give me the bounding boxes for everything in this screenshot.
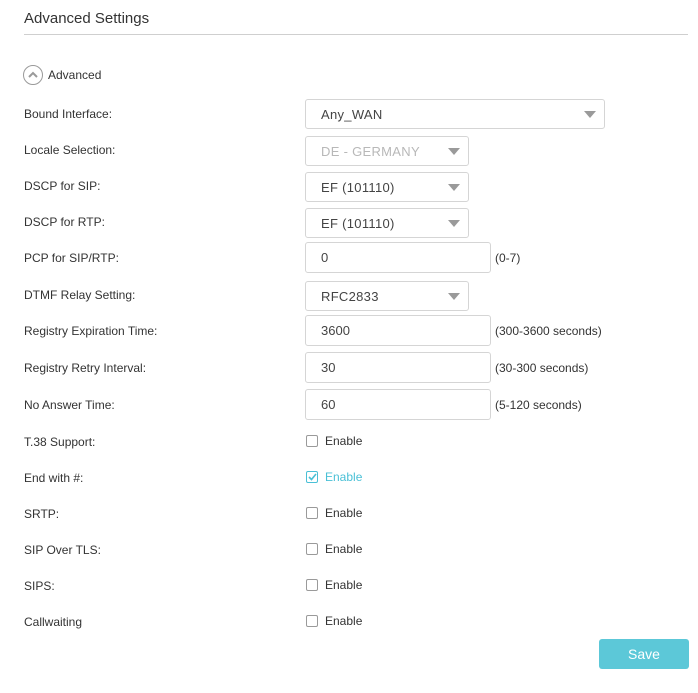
pcp-hint: (0-7) (495, 251, 521, 265)
locale-selection-value: DE - GERMANY (321, 143, 420, 159)
srtp-enable-checkbox[interactable]: Enable (306, 506, 362, 520)
pcp-input[interactable]: 0 (305, 242, 491, 273)
registry-expiration-label: Registry Expiration Time: (24, 324, 158, 338)
dscp-sip-value: EF (101110) (321, 179, 395, 195)
registry-retry-input[interactable]: 30 (305, 352, 491, 383)
t38-enable-label: Enable (325, 434, 363, 448)
checkbox-icon[interactable] (306, 543, 318, 555)
checkbox-icon[interactable] (306, 615, 318, 627)
locale-selection-label: Locale Selection: (24, 143, 116, 157)
dtmf-relay-value: RFC2833 (321, 288, 379, 304)
chevron-up-icon (23, 65, 43, 85)
dropdown-arrow-icon (584, 111, 596, 118)
dscp-rtp-select[interactable]: EF (101110) (305, 208, 469, 238)
registry-expiration-value: 3600 (321, 323, 350, 338)
end-with-hash-enable-label: Enable (325, 470, 363, 484)
registry-retry-value: 30 (321, 360, 336, 375)
checkbox-icon[interactable] (306, 507, 318, 519)
checkbox-icon[interactable] (306, 579, 318, 591)
end-with-hash-enable-checkbox[interactable]: Enable (306, 470, 362, 484)
dtmf-relay-select[interactable]: RFC2833 (305, 281, 469, 311)
bound-interface-value: Any_WAN (321, 106, 383, 122)
dscp-rtp-label: DSCP for RTP: (24, 215, 105, 229)
srtp-enable-label: Enable (325, 506, 363, 520)
t38-enable-checkbox[interactable]: Enable (306, 434, 362, 448)
callwaiting-label: Callwaiting (24, 615, 83, 629)
registry-retry-label: Registry Retry Interval: (24, 361, 147, 375)
checkbox-checked-icon[interactable] (306, 471, 318, 483)
no-answer-time-value: 60 (321, 397, 336, 412)
sips-enable-label: Enable (325, 578, 363, 592)
registry-expiration-input[interactable]: 3600 (305, 315, 491, 346)
locale-selection-select: DE - GERMANY (305, 136, 469, 166)
checkbox-icon[interactable] (306, 435, 318, 447)
no-answer-time-hint: (5-120 seconds) (495, 398, 582, 412)
sip-over-tls-enable-label: Enable (325, 542, 363, 556)
dropdown-arrow-icon (448, 293, 460, 300)
dscp-sip-label: DSCP for SIP: (24, 179, 101, 193)
bound-interface-select[interactable]: Any_WAN (305, 99, 605, 129)
header-divider (24, 34, 688, 35)
dropdown-arrow-icon (448, 184, 460, 191)
dscp-rtp-value: EF (101110) (321, 215, 395, 231)
end-with-hash-label: End with #: (24, 471, 84, 485)
sip-over-tls-enable-checkbox[interactable]: Enable (306, 542, 362, 556)
bound-interface-label: Bound Interface: (24, 107, 113, 121)
sips-label: SIPS: (24, 579, 55, 593)
pcp-value: 0 (321, 250, 329, 265)
t38-support-label: T.38 Support: (24, 435, 96, 449)
dtmf-relay-label: DTMF Relay Setting: (24, 288, 136, 302)
sip-over-tls-label: SIP Over TLS: (24, 543, 101, 557)
advanced-toggle-label: Advanced (48, 68, 102, 82)
save-button[interactable]: Save (599, 639, 689, 669)
no-answer-time-input[interactable]: 60 (305, 389, 491, 420)
advanced-toggle[interactable]: Advanced (23, 65, 101, 85)
pcp-label: PCP for SIP/RTP: (24, 251, 119, 265)
dropdown-arrow-icon (448, 220, 460, 227)
dscp-sip-select[interactable]: EF (101110) (305, 172, 469, 202)
no-answer-time-label: No Answer Time: (24, 398, 115, 412)
srtp-label: SRTP: (24, 507, 60, 521)
registry-retry-hint: (30-300 seconds) (495, 361, 589, 375)
callwaiting-enable-checkbox[interactable]: Enable (306, 614, 362, 628)
registry-expiration-hint: (300-3600 seconds) (495, 324, 602, 338)
sips-enable-checkbox[interactable]: Enable (306, 578, 362, 592)
dropdown-arrow-icon (448, 148, 460, 155)
page-title: Advanced Settings (24, 10, 150, 27)
callwaiting-enable-label: Enable (325, 614, 363, 628)
